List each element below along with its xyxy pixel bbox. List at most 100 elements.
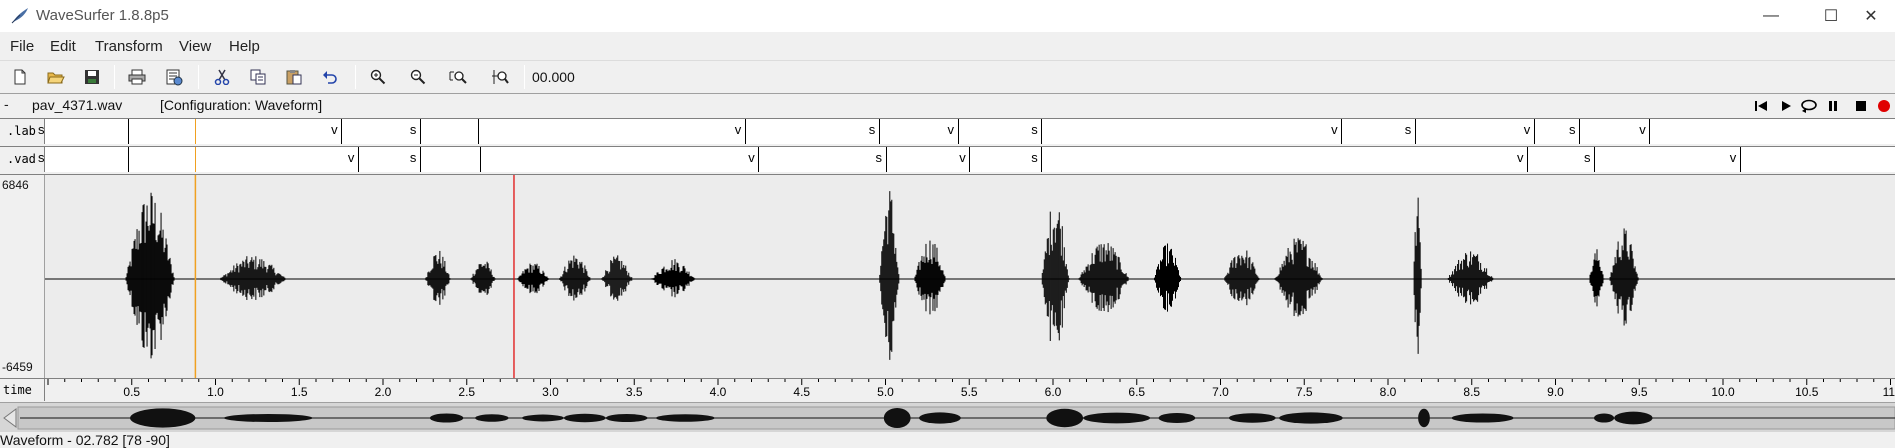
close-button[interactable]: ✕ (1848, 0, 1894, 32)
copy-icon[interactable] (246, 65, 270, 89)
menu-view[interactable]: View (179, 38, 211, 55)
segment-label[interactable]: v (948, 122, 955, 137)
new-file-icon[interactable] (8, 65, 32, 89)
time-tick-label: 9.5 (1631, 385, 1648, 399)
print-icon[interactable] (125, 65, 149, 89)
segment-boundary[interactable] (1649, 119, 1651, 144)
segment-label[interactable]: s (1405, 122, 1412, 137)
configuration-label: [Configuration: Waveform] (160, 97, 323, 113)
segment-boundary[interactable] (758, 147, 760, 172)
segment-label[interactable]: v (959, 150, 966, 165)
pause-icon[interactable] (1824, 98, 1842, 114)
segment-label[interactable]: s (1031, 150, 1038, 165)
segment-boundary[interactable] (1533, 119, 1535, 144)
minimize-button[interactable]: — (1748, 0, 1794, 32)
zoom-out-icon[interactable] (406, 65, 430, 89)
undo-icon[interactable] (318, 65, 342, 89)
loop-play-icon[interactable] (1800, 98, 1818, 114)
segment-label[interactable]: v (748, 150, 755, 165)
segment-boundary[interactable] (1594, 147, 1596, 172)
properties-icon[interactable] (162, 65, 186, 89)
overview-burst (1418, 408, 1430, 428)
time-ruler[interactable]: 0.5 1.0 1.5 2.0 2.5 3.0 3.5 4.0 4.5 5.0 5.5 6.0 6.5 7… (45, 379, 1895, 401)
amplitude-max-label: 6846 (2, 178, 29, 192)
scroll-left-arrow-icon[interactable] (3, 408, 17, 428)
segment-boundary[interactable] (419, 147, 421, 172)
skip-back-icon[interactable] (1752, 98, 1770, 114)
amplitude-axis: 6846 -6459 (0, 175, 45, 379)
vad-transcription-tier[interactable]: .vad svsvsvsvsv (0, 146, 1895, 172)
segment-boundary[interactable] (1414, 119, 1416, 144)
zoom-selection-icon[interactable] (488, 65, 512, 89)
play-icon[interactable] (1777, 98, 1795, 114)
overview-scrollbar[interactable] (0, 402, 1895, 432)
segment-label[interactable]: s (1584, 150, 1591, 165)
speech-burst (914, 240, 947, 315)
segment-label[interactable]: s (410, 150, 417, 165)
save-icon[interactable] (80, 65, 104, 89)
segment-boundary[interactable] (878, 119, 880, 144)
lab-transcription-tier[interactable]: .lab svsvsvsvsvsv (0, 118, 1895, 144)
segment-boundary[interactable] (957, 119, 959, 144)
zoom-fit-icon[interactable] (446, 65, 470, 89)
time-tick-label: 1.0 (207, 385, 224, 399)
segment-boundary[interactable] (128, 119, 130, 144)
overview-burst (918, 412, 961, 424)
overview-burst (1451, 413, 1514, 423)
tier-cursor (195, 147, 197, 172)
segment-label[interactable]: s (1031, 122, 1038, 137)
menu-help[interactable]: Help (229, 38, 260, 55)
segment-boundary[interactable] (885, 147, 887, 172)
collapse-button[interactable]: - (4, 96, 9, 112)
segment-boundary[interactable] (478, 119, 480, 144)
overview-burst (130, 408, 196, 428)
waveform-pane[interactable]: 6846 -6459 (0, 174, 1895, 379)
segment-label[interactable]: s (876, 150, 883, 165)
overview-burst (1279, 412, 1343, 424)
segment-boundary[interactable] (1041, 147, 1043, 172)
segment-boundary[interactable] (480, 147, 482, 172)
segment-boundary[interactable] (1739, 147, 1741, 172)
segment-label[interactable]: v (735, 122, 742, 137)
segment-label[interactable]: s (1569, 122, 1576, 137)
segment-boundary[interactable] (744, 119, 746, 144)
segment-label[interactable]: v (1331, 122, 1338, 137)
overview-waveform[interactable] (0, 403, 1895, 433)
paste-icon[interactable] (282, 65, 306, 89)
segment-boundary[interactable] (341, 119, 343, 144)
segment-label[interactable]: s (869, 122, 876, 137)
segment-label[interactable]: s (38, 122, 45, 137)
time-tick-label: 5.5 (961, 385, 978, 399)
overview-burst (1083, 412, 1151, 424)
menu-transform[interactable]: Transform (95, 38, 163, 55)
time-tick-label: 6.5 (1128, 385, 1145, 399)
segment-label[interactable]: v (1639, 122, 1646, 137)
segment-boundary[interactable] (357, 147, 359, 172)
segment-boundary[interactable] (1341, 119, 1343, 144)
menu-edit[interactable]: Edit (50, 38, 76, 55)
segment-label[interactable]: s (410, 122, 417, 137)
zoom-in-icon[interactable] (366, 65, 390, 89)
cut-icon[interactable] (210, 65, 234, 89)
waveform-plot[interactable] (45, 175, 1895, 379)
segment-label[interactable]: v (1524, 122, 1531, 137)
segment-boundary[interactable] (1527, 147, 1529, 172)
stop-icon[interactable] (1852, 98, 1870, 114)
menu-bar: File Edit Transform View Help (0, 32, 1895, 60)
segment-boundary[interactable] (1578, 119, 1580, 144)
segment-boundary[interactable] (128, 147, 130, 172)
segment-label[interactable]: v (348, 150, 355, 165)
time-tick-label: 11. (1883, 385, 1895, 399)
segment-boundary[interactable] (1041, 119, 1043, 144)
menu-file[interactable]: File (10, 38, 34, 55)
speech-burst (1041, 211, 1070, 342)
segment-label[interactable]: s (38, 150, 45, 165)
segment-label[interactable]: v (1517, 150, 1524, 165)
segment-boundary[interactable] (419, 119, 421, 144)
segment-label[interactable]: v (331, 122, 338, 137)
segment-label[interactable]: v (1730, 150, 1737, 165)
open-folder-icon[interactable] (44, 65, 68, 89)
record-icon[interactable] (1875, 98, 1893, 114)
title-bar[interactable]: WaveSurfer 1.8.8p5 — ☐ ✕ (0, 0, 1895, 32)
segment-boundary[interactable] (969, 147, 971, 172)
